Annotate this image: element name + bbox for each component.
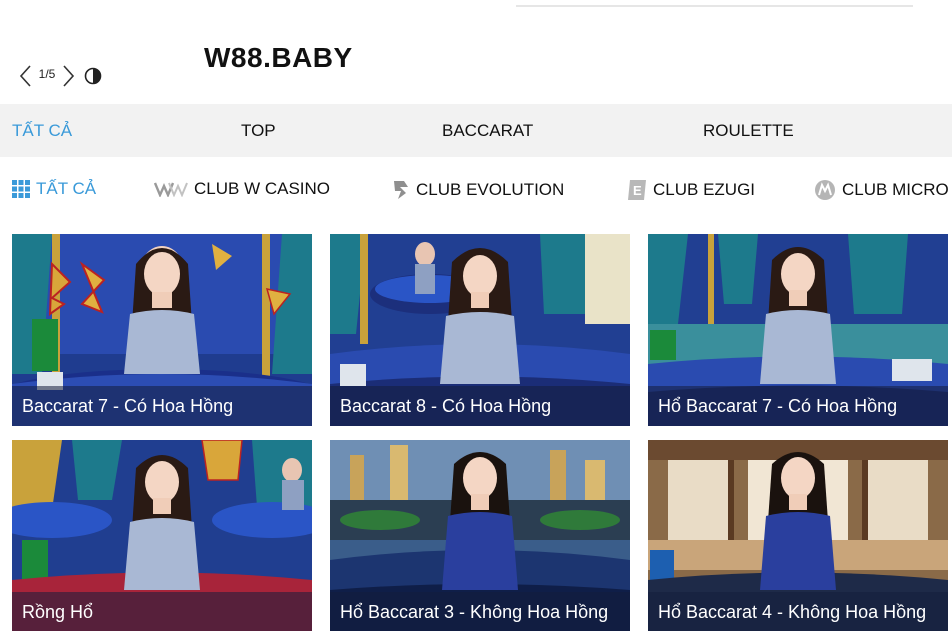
- game-caption: Baccarat 7 - Có Hoa Hồng: [12, 386, 312, 426]
- ezugi-icon: E: [627, 179, 647, 201]
- w-casino-icon: [154, 181, 188, 197]
- provider-evolution[interactable]: CLUB EVOLUTION: [392, 179, 564, 201]
- game-title: Hổ Baccarat 3 - Không Hoa Hồng: [340, 602, 609, 622]
- page-counter: 1/5: [38, 67, 56, 81]
- tab-baccarat[interactable]: BACCARAT: [442, 121, 533, 141]
- game-title: Rồng Hổ: [22, 602, 94, 622]
- game-card[interactable]: Rồng Hổ: [12, 440, 312, 631]
- contrast-icon[interactable]: [82, 62, 104, 90]
- game-title: Hổ Baccarat 7 - Có Hoa Hồng: [658, 396, 898, 416]
- provider-all[interactable]: TẤT CẢ: [12, 179, 96, 199]
- provider-label: CLUB W CASINO: [194, 179, 331, 198]
- game-caption: Rồng Hổ: [12, 592, 312, 631]
- tab-all[interactable]: TẤT CẢ: [12, 121, 72, 141]
- provider-label: CLUB MICRO: [842, 180, 949, 199]
- provider-filter-bar: TẤT CẢ CLUB W CASINO CLUB EVOLUTION E CL…: [0, 166, 952, 210]
- game-card[interactable]: Baccarat 8 - Có Hoa Hồng: [330, 234, 630, 426]
- provider-ezugi[interactable]: E CLUB EZUGI: [627, 179, 755, 201]
- top-divider: [516, 5, 913, 7]
- provider-w-casino[interactable]: CLUB W CASINO: [154, 179, 330, 199]
- grid-icon: [12, 180, 30, 198]
- chevron-left-icon[interactable]: [14, 62, 36, 90]
- game-title: Baccarat 8 - Có Hoa Hồng: [340, 396, 552, 416]
- game-caption: Hổ Baccarat 3 - Không Hoa Hồng: [330, 592, 630, 631]
- svg-text:E: E: [633, 183, 642, 198]
- game-card[interactable]: Hổ Baccarat 4 - Không Hoa Hồng: [648, 440, 948, 631]
- chevron-right-icon[interactable]: [58, 62, 80, 90]
- game-caption: Hổ Baccarat 4 - Không Hoa Hồng: [648, 592, 948, 631]
- game-title: Baccarat 7 - Có Hoa Hồng: [22, 396, 234, 416]
- game-card[interactable]: Hổ Baccarat 7 - Có Hoa Hồng: [648, 234, 948, 426]
- evolution-icon: [392, 179, 410, 201]
- game-caption: Hổ Baccarat 7 - Có Hoa Hồng: [648, 386, 948, 426]
- provider-micro[interactable]: CLUB MICRO: [814, 179, 949, 201]
- game-title: Hổ Baccarat 4 - Không Hoa Hồng: [658, 602, 927, 622]
- game-card[interactable]: Hổ Baccarat 3 - Không Hoa Hồng: [330, 440, 630, 631]
- category-tabs: TẤT CẢ TOP BACCARAT ROULETTE: [0, 104, 952, 157]
- game-card[interactable]: Baccarat 7 - Có Hoa Hồng: [12, 234, 312, 426]
- pager: 1/5: [14, 62, 104, 90]
- microgaming-icon: [814, 179, 836, 201]
- tab-roulette[interactable]: ROULETTE: [703, 121, 794, 141]
- provider-label: CLUB EZUGI: [653, 180, 756, 199]
- brand-title: W88.BABY: [204, 42, 353, 73]
- provider-label: TẤT CẢ: [36, 179, 97, 198]
- tab-top[interactable]: TOP: [241, 121, 276, 141]
- game-caption: Baccarat 8 - Có Hoa Hồng: [330, 386, 630, 426]
- provider-label: CLUB EVOLUTION: [416, 180, 565, 199]
